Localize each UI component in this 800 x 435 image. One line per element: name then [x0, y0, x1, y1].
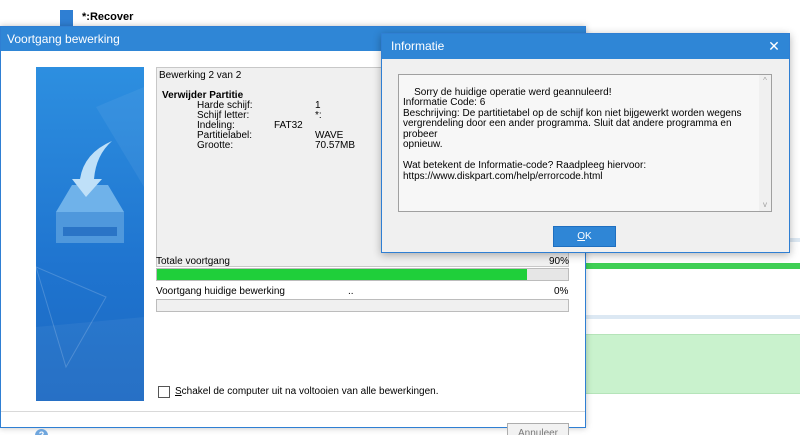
shutdown-label-text: chakel de computer uit na voltooien van …	[181, 386, 439, 397]
detail-value: 70.57MB	[315, 140, 356, 151]
total-progress-label: Totale voortgang	[156, 256, 230, 267]
message-scrollbar[interactable]: ^ v	[759, 75, 771, 211]
current-progress-percent: 0%	[554, 286, 569, 297]
operation-illustration	[36, 67, 144, 401]
ok-button[interactable]: OK	[553, 226, 616, 247]
detail-label: Grootte:	[197, 140, 234, 151]
current-progress-dots: ..	[348, 286, 354, 297]
detail-value: *:	[315, 110, 322, 121]
cancel-button[interactable]: Annuleer	[507, 423, 569, 435]
scroll-up-icon[interactable]: ^	[759, 75, 771, 87]
detail-extra: FAT32	[274, 120, 303, 131]
download-tray-icon	[36, 87, 144, 401]
ok-label-text: K	[585, 231, 592, 242]
close-icon[interactable]: ✕	[767, 34, 781, 59]
help-icon[interactable]: ?	[35, 429, 48, 435]
ok-accelerator: O	[577, 231, 586, 242]
shutdown-checkbox-label[interactable]: Schakel de computer uit na voltooien van…	[175, 386, 439, 397]
error-message-text: Sorry de huidige operatie werd geannulee…	[403, 86, 742, 182]
partition-tile-icon	[60, 10, 73, 27]
operation-step: Bewerking 2 van 2	[159, 70, 242, 81]
information-dialog: Informatie ✕ Sorry de huidige operatie w…	[381, 33, 790, 253]
scroll-down-icon[interactable]: v	[759, 199, 771, 211]
total-progress-fill	[157, 269, 527, 280]
cancel-accelerator: A	[517, 428, 525, 435]
information-dialog-titlebar: Informatie ✕	[382, 34, 789, 59]
background-item-label: *:Recover	[82, 11, 134, 23]
cancel-label-text: nnuleer	[524, 428, 559, 435]
information-dialog-title: Informatie	[391, 39, 445, 53]
total-progress-percent: 90%	[549, 256, 570, 267]
total-progress-bar	[156, 268, 569, 281]
error-message-area[interactable]: Sorry de huidige operatie werd geannulee…	[398, 74, 772, 212]
current-progress-label: Voortgang huidige bewerking	[156, 286, 285, 297]
footer-divider	[1, 411, 585, 412]
shutdown-accelerator: S	[175, 386, 182, 397]
current-progress-bar	[156, 299, 569, 312]
shutdown-checkbox[interactable]	[158, 386, 170, 398]
